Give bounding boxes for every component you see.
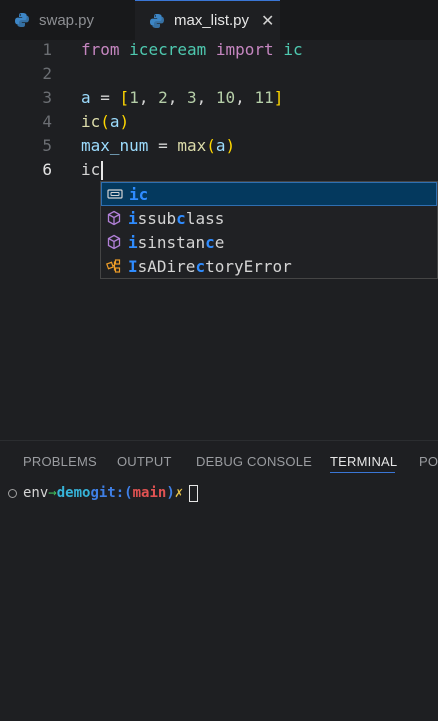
variable: a <box>81 88 91 107</box>
match-char: I <box>128 256 138 276</box>
comma: , <box>196 88 216 107</box>
bracket: ] <box>273 88 284 107</box>
tab-max-list-py[interactable]: max_list.py ✕ <box>135 0 280 40</box>
number: 2 <box>158 88 168 107</box>
method-cube-icon <box>106 210 122 226</box>
git-branch: main <box>132 485 167 501</box>
code-line: 5 max_num = max(a) <box>0 134 438 158</box>
tab-terminal[interactable]: TERMINAL <box>330 454 397 469</box>
keyword: import <box>215 40 274 59</box>
bracket: ) <box>225 136 236 155</box>
label-part: toryError <box>205 256 292 276</box>
close-icon[interactable]: ✕ <box>261 11 274 31</box>
code-line: 3 a = [1, 2, 3, 10, 11] <box>0 86 438 110</box>
dirty-marker: ✗ <box>174 485 184 501</box>
bracket: [ <box>119 88 130 107</box>
terminal-cursor <box>189 484 199 502</box>
label-part: sinstan <box>137 232 206 252</box>
comma: , <box>138 88 159 107</box>
match-char: i <box>128 232 138 252</box>
code-line-active: 6 ic <box>0 158 438 182</box>
tab-debug-console[interactable]: DEBUG CONSOLE <box>196 454 312 469</box>
tab-ports[interactable]: PO <box>419 454 438 469</box>
panel-tabs: PROBLEMS OUTPUT DEBUG CONSOLE TERMINAL P… <box>0 441 438 483</box>
function-call: max <box>177 136 207 155</box>
tab-label: swap.py <box>39 11 95 29</box>
match-char: c <box>176 208 186 228</box>
match-char: i <box>128 208 138 228</box>
active-tab-indicator <box>330 472 395 473</box>
editor-tab-bar: swap.py max_list.py ✕ <box>0 0 438 41</box>
method-cube-icon <box>106 234 122 250</box>
python-icon <box>149 13 165 29</box>
import-name: ic <box>283 40 303 59</box>
class-icon <box>106 258 122 274</box>
number: 1 <box>129 88 139 107</box>
text-cursor <box>101 161 104 180</box>
number: 11 <box>254 88 274 107</box>
line-number: 5 <box>42 136 52 155</box>
paren-open: ( <box>124 485 133 501</box>
python-icon <box>14 12 30 28</box>
line-number: 6 <box>42 160 52 179</box>
label-part: ss <box>137 208 157 228</box>
git-label: git: <box>90 485 125 501</box>
tab-label: max_list.py <box>174 12 250 29</box>
code-line: 4 ic(a) <box>0 110 438 134</box>
comma: , <box>167 88 187 107</box>
bottom-panel: PROBLEMS OUTPUT DEBUG CONSOLE TERMINAL P… <box>0 440 438 721</box>
number: 10 <box>215 88 236 107</box>
env-name: env <box>23 485 49 501</box>
autocomplete-suggestions: ic issubclass isinstance IsADirectoryErr… <box>100 181 438 279</box>
terminal-prompt[interactable]: env → demo git:(main) ✗ <box>8 483 199 503</box>
tab-problems[interactable]: PROBLEMS <box>23 454 97 469</box>
operator: = <box>90 88 120 107</box>
number: 3 <box>187 88 197 107</box>
variable-icon <box>107 186 123 202</box>
function-call: ic <box>81 112 101 131</box>
label-part: lass <box>185 208 225 228</box>
operator: = <box>148 136 178 155</box>
bracket: ( <box>206 136 216 155</box>
tab-swap-py[interactable]: swap.py <box>14 0 134 40</box>
line-number: 4 <box>42 112 52 131</box>
typed-text: ic <box>81 160 101 179</box>
module-name: icecream <box>129 40 207 59</box>
suggestion-label: ic <box>129 184 149 204</box>
match-char: c <box>205 232 215 252</box>
status-circle-icon <box>8 488 17 498</box>
suggestion-isadirectoryerror[interactable]: IsADirectoryError <box>101 254 437 278</box>
suggestion-isinstance[interactable]: isinstance <box>101 230 437 254</box>
bracket: ) <box>119 112 130 131</box>
prompt-arrow: → <box>48 485 57 501</box>
bracket: ( <box>100 112 110 131</box>
label-part: ub <box>156 208 177 228</box>
variable: a <box>109 112 120 131</box>
tab-output[interactable]: OUTPUT <box>117 454 172 469</box>
line-number: 1 <box>42 40 52 59</box>
keyword: from <box>81 40 120 59</box>
suggestion-ic[interactable]: ic <box>101 182 437 206</box>
suggestion-issubclass[interactable]: issubclass <box>101 206 437 230</box>
comma: , <box>235 88 255 107</box>
variable: a <box>215 136 226 155</box>
match-char: c <box>195 256 206 276</box>
code-line: 1 from icecream import ic <box>0 38 438 62</box>
label-part: sADire <box>137 256 196 276</box>
label-part: e <box>214 232 225 252</box>
paren-close: ) <box>166 485 175 501</box>
line-number: 2 <box>42 64 52 83</box>
current-directory: demo <box>56 485 91 501</box>
line-number: 3 <box>42 88 52 107</box>
variable: max_num <box>81 136 149 155</box>
code-line: 2 <box>0 62 438 86</box>
